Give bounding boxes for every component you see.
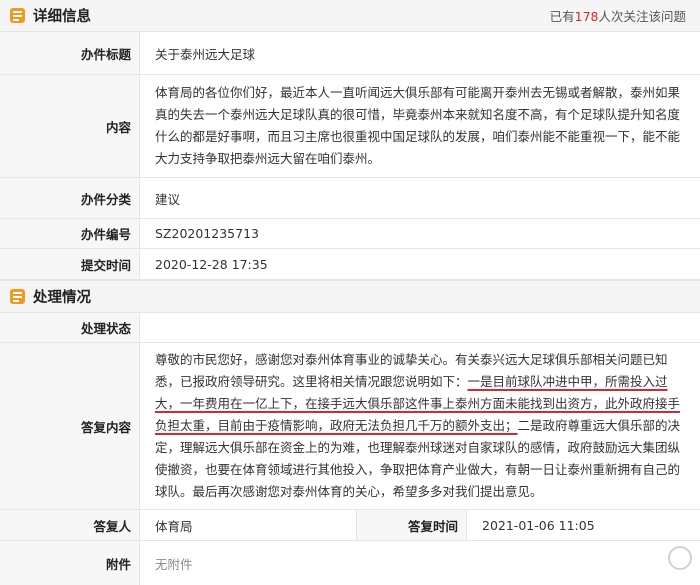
detail-section-header: 详细信息 已有178人次关注该问题 [0,0,700,32]
attachment-label: 附件 [0,541,140,585]
reply-time-label: 答复时间 [357,510,467,540]
detail-section-title: 详细信息 [33,5,91,26]
watermark-circle-icon [668,546,692,570]
reply-time-value: 2021-01-06 11:05 [467,510,700,540]
number-value: SZ20201235713 [140,219,700,248]
replier-label: 答复人 [0,510,140,540]
number-label: 办件编号 [0,219,140,248]
document-icon [10,289,25,304]
category-label: 办件分类 [0,178,140,218]
attachment-value[interactable]: 无附件 [140,541,700,585]
submit-time-row: 提交时间 2020-12-28 17:35 [0,249,700,280]
submit-time-value: 2020-12-28 17:35 [140,249,700,279]
replier-value: 体育局 [140,510,357,540]
status-label: 处理状态 [0,313,140,342]
views-prefix: 已有 [550,9,575,24]
subject-row: 办件标题 关于泰州远大足球 [0,32,700,75]
document-icon [10,8,25,23]
status-value [140,313,700,342]
replier-row: 答复人 体育局 答复时间 2021-01-06 11:05 [0,510,700,541]
subject-value: 关于泰州远大足球 [140,32,700,74]
handling-section-title: 处理情况 [33,286,91,307]
submit-time-label: 提交时间 [0,249,140,279]
attachment-row: 附件 无附件 [0,541,700,585]
watermark-logo [668,546,692,570]
reply-content-value: 尊敬的市民您好，感谢您对泰州体育事业的诚挚关心。有关泰兴远大足球俱乐部相关问题已… [140,343,700,509]
status-row: 处理状态 [0,313,700,343]
content-value: 体育局的各位你们好，最近本人一直听闻远大俱乐部有可能离开泰州去无锡或者解散，泰州… [140,75,700,177]
category-value: 建议 [140,178,700,218]
views-suffix: 人次关注该问题 [598,9,686,24]
number-row: 办件编号 SZ20201235713 [0,219,700,249]
reply-content-label: 答复内容 [0,343,140,509]
reply-content-row: 答复内容 尊敬的市民您好，感谢您对泰州体育事业的诚挚关心。有关泰兴远大足球俱乐部… [0,343,700,510]
content-label: 内容 [0,75,140,177]
subject-label: 办件标题 [0,32,140,74]
content-row: 内容 体育局的各位你们好，最近本人一直听闻远大俱乐部有可能离开泰州去无锡或者解散… [0,75,700,178]
category-row: 办件分类 建议 [0,178,700,219]
handling-section-header: 处理情况 [0,280,700,313]
views-count: 178 [575,9,599,24]
view-counter: 已有178人次关注该问题 [550,6,686,25]
